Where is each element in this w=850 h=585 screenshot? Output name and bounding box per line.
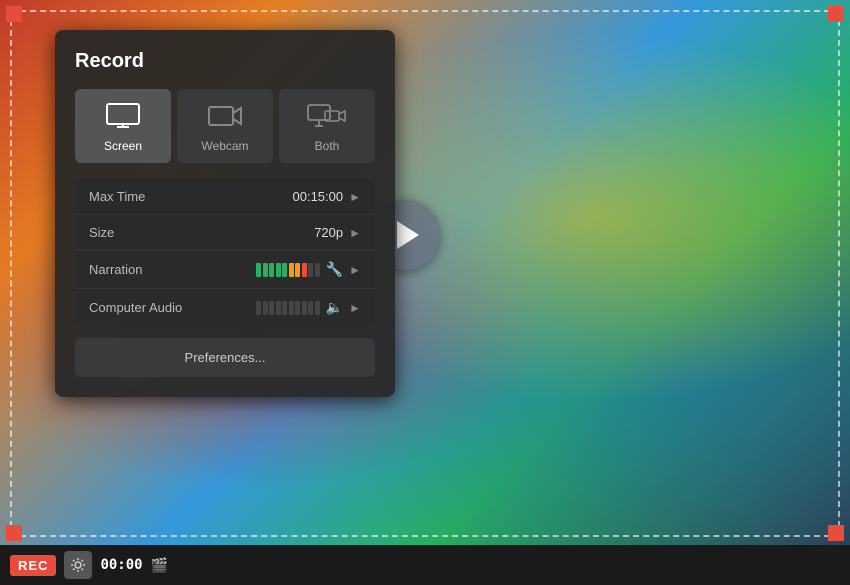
meter-bar-1 [256, 263, 261, 277]
meter-bar-9 [308, 263, 313, 277]
ca-bar-6 [289, 301, 294, 315]
mode-both-button[interactable]: Both [279, 89, 375, 163]
meter-bar-2 [263, 263, 268, 277]
mode-screen-button[interactable]: Screen [75, 89, 171, 163]
narration-meter [256, 263, 320, 277]
ca-bar-3 [269, 301, 274, 315]
size-value[interactable]: 720p ► [199, 225, 361, 240]
settings-area: Max Time 00:15:00 ► Size 720p ► Narratio… [75, 179, 375, 326]
play-icon [397, 221, 419, 249]
meter-bar-7 [295, 263, 300, 277]
screen-icon [106, 103, 140, 133]
timer-display: 00:00 [100, 557, 142, 573]
preferences-button[interactable]: Preferences... [75, 338, 375, 377]
both-icon [307, 103, 347, 133]
record-panel: Record Screen Webcam [55, 30, 395, 397]
mode-webcam-button[interactable]: Webcam [177, 89, 273, 163]
maxtime-value[interactable]: 00:15:00 ► [199, 189, 361, 204]
meter-bar-6 [289, 263, 294, 277]
mode-both-label: Both [315, 139, 340, 153]
ca-bar-10 [315, 301, 320, 315]
maxtime-label: Max Time [89, 189, 199, 204]
maxtime-row: Max Time 00:15:00 ► [75, 179, 375, 215]
speaker-icon[interactable]: 🔈 [326, 299, 343, 316]
ca-bar-9 [308, 301, 313, 315]
ca-bar-8 [302, 301, 307, 315]
narration-controls: 🔧 ► [199, 261, 361, 278]
narration-row: Narration 🔧 ► [75, 251, 375, 289]
size-label: Size [89, 225, 199, 240]
mic-icon[interactable]: 🔧 [326, 261, 343, 278]
ca-bar-2 [263, 301, 268, 315]
settings-button[interactable] [64, 551, 92, 579]
corner-tr [828, 6, 844, 22]
webcam-icon [208, 103, 242, 133]
size-chevron: ► [349, 226, 361, 240]
computeraudio-label: Computer Audio [89, 300, 199, 315]
corner-bl [6, 525, 22, 541]
ca-bar-4 [276, 301, 281, 315]
meter-bar-10 [315, 263, 320, 277]
meter-bar-5 [282, 263, 287, 277]
computeraudio-meter [256, 301, 320, 315]
corner-tl [6, 6, 22, 22]
corner-br [828, 525, 844, 541]
computeraudio-chevron: ► [349, 301, 361, 315]
mode-webcam-label: Webcam [201, 139, 248, 153]
size-row: Size 720p ► [75, 215, 375, 251]
meter-bar-4 [276, 263, 281, 277]
ca-bar-5 [282, 301, 287, 315]
computeraudio-row: Computer Audio 🔈 ► [75, 289, 375, 326]
mode-selector: Screen Webcam [75, 89, 375, 163]
rec-badge: REC [10, 555, 56, 576]
mode-screen-label: Screen [104, 139, 142, 153]
maxtime-chevron: ► [349, 190, 361, 204]
bottom-toolbar: REC 00:00 🎬 [0, 545, 850, 585]
ca-bar-7 [295, 301, 300, 315]
narration-label: Narration [89, 262, 199, 277]
panel-title: Record [75, 50, 375, 73]
meter-bar-3 [269, 263, 274, 277]
ca-bar-1 [256, 301, 261, 315]
meter-bar-8 [302, 263, 307, 277]
narration-chevron: ► [349, 263, 361, 277]
computeraudio-controls: 🔈 ► [199, 299, 361, 316]
film-icon: 🎬 [151, 557, 168, 574]
